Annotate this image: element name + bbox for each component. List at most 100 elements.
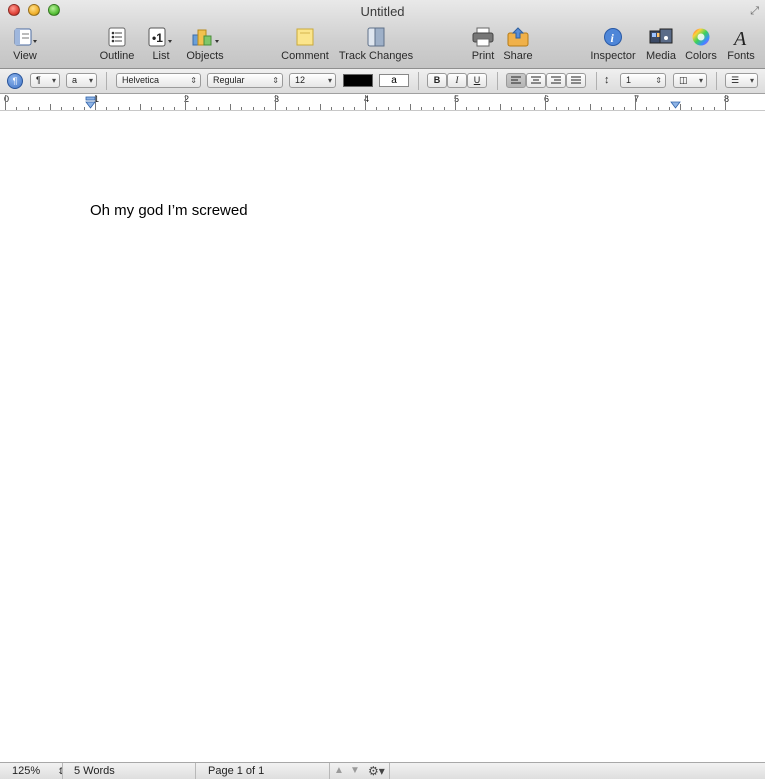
info-icon: i [588,27,638,47]
ruler-tick [455,95,456,110]
ruler-tick [511,107,512,110]
font-style-popup[interactable]: Regular ⇕ [207,73,283,88]
ruler-tick [601,107,602,110]
svg-text:A: A [732,28,747,47]
align-right-button[interactable] [546,73,566,88]
ruler[interactable]: 012345678 [0,94,765,111]
objects-label: Objects [186,50,224,62]
fullscreen-icon[interactable]: ⤢ [750,5,759,18]
print-button[interactable]: Print [468,27,498,62]
ruler-tick [613,107,614,110]
line-spacing-stepper[interactable]: 1 ⇕ [620,73,666,88]
track-changes-button[interactable]: Track Changes [338,27,414,62]
comment-button[interactable]: Comment [280,27,330,62]
colors-label: Colors [685,50,717,62]
document-page[interactable]: Oh my god I’m screwed [0,111,765,761]
align-center-button[interactable] [526,73,546,88]
print-icon [468,27,498,47]
view-label: View [13,50,37,62]
highlight-color-well[interactable]: a [379,74,409,87]
word-count: 5 Words [74,765,115,777]
format-bar: ¶ ¶ ▾ a ▾ Helvetica ⇕ Regular ⇕ 12 ▾ a B I U … [0,69,765,94]
track-changes-icon [338,27,414,47]
view-button[interactable]: View [8,27,42,62]
fonts-label: Fonts [727,50,755,62]
columns-popup[interactable]: ◫ ▾ [673,73,707,88]
share-button[interactable]: Share [502,27,534,62]
media-label: Media [646,50,676,62]
comment-icon [280,27,330,47]
list-icon: •1 [146,27,176,47]
ruler-tick [16,107,17,110]
ruler-tick [39,107,40,110]
status-divider [62,763,63,779]
character-style-glyph: a [72,75,78,85]
list-label: List [152,50,170,62]
ruler-tick [320,104,321,110]
character-style-popup[interactable]: a ▾ [66,73,97,88]
track-changes-label: Track Changes [338,50,414,62]
ruler-tick [151,107,152,110]
align-right-icon [551,76,561,84]
toolbar-divider [716,72,717,90]
align-left-button[interactable] [506,73,526,88]
ruler-tick [489,107,490,110]
gear-icon[interactable]: ⚙▾ [368,764,385,778]
objects-button[interactable]: Objects [184,27,226,62]
ruler-tick [343,107,344,110]
font-family-popup[interactable]: Helvetica ⇕ [116,73,201,88]
page-indicator: Page 1 of 1 [208,765,265,777]
ruler-tick [523,107,524,110]
justify-button[interactable] [566,73,586,88]
chevron-down-icon: ▾ [698,76,703,85]
toolbar-divider [418,72,419,90]
line-spacing-value: 1 [626,75,632,85]
stepper-icon: ⇕ [655,76,662,85]
list-bullets-popup[interactable]: ☰ ▾ [725,73,758,88]
ruler-tick [444,107,445,110]
paragraph-style-popup[interactable]: ¶ ▾ [30,73,60,88]
ruler-tick [5,95,6,110]
list-button[interactable]: •1 List [146,27,176,62]
ruler-tick [230,104,231,110]
ruler-tick [73,107,74,110]
bold-button[interactable]: B [427,73,447,88]
status-divider [195,763,196,779]
window-title: Untitled [360,4,405,19]
colors-button[interactable]: Colors [684,27,718,62]
document-body-text[interactable]: Oh my god I’m screwed [90,202,248,219]
font-size-combobox[interactable]: 12 ▾ [289,73,336,88]
ruler-tick [298,107,299,110]
ruler-tick [635,95,636,110]
fonts-button[interactable]: A Fonts [726,27,756,62]
justify-icon [571,76,581,84]
inspector-button[interactable]: i Inspector [588,27,638,62]
status-bar: 125% ⇕ 5 Words Page 1 of 1 ▲ ▼ ⚙▾ [0,762,765,779]
styles-drawer-button[interactable]: ¶ [7,73,23,89]
ruler-tick [61,107,62,110]
view-icon [8,27,42,47]
ruler-tick [410,104,411,110]
ruler-tick [421,107,422,110]
underline-button[interactable]: U [467,73,487,88]
outline-button[interactable]: Outline [96,27,138,62]
toolbar-divider [497,72,498,90]
align-center-icon [531,76,541,84]
share-label: Share [503,50,533,62]
text-color-well[interactable] [343,74,373,87]
ruler-tick [399,107,400,110]
previous-page-button[interactable]: ▲ [334,765,344,776]
ruler-tick [433,107,434,110]
zoom-popup[interactable]: 125% ⇕ [12,765,65,777]
toolbar-divider [106,72,107,90]
font-size-value: 12 [295,75,306,85]
media-button[interactable]: Media [644,27,678,62]
ruler-tick [28,107,29,110]
ruler-tick [556,107,557,110]
italic-button[interactable]: I [447,73,467,88]
next-page-button[interactable]: ▼ [350,765,360,776]
ruler-tick [568,107,569,110]
ruler-tick [478,107,479,110]
ruler-tick [140,104,141,110]
ruler-tick [118,107,119,110]
